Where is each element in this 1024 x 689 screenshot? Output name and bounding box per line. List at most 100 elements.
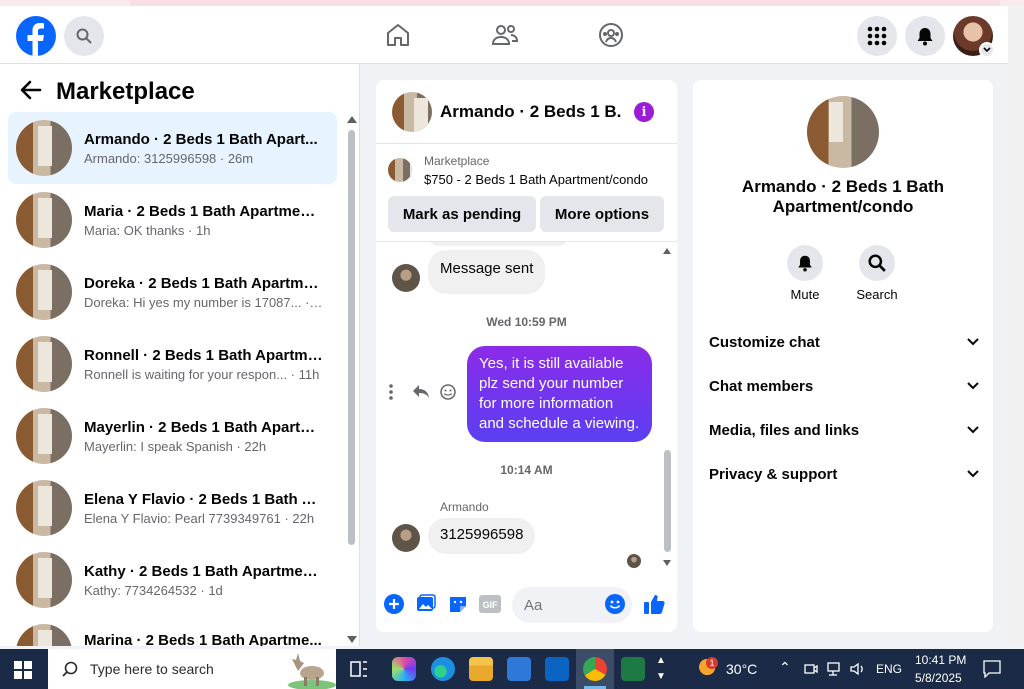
image-icon[interactable] [415, 593, 437, 615]
section-label: Chat members [709, 377, 814, 395]
notification-center-icon[interactable] [983, 660, 1001, 683]
listing-price[interactable]: $750 - 2 Beds 1 Bath Apartment/condo [424, 172, 648, 187]
back-arrow-icon[interactable] [20, 80, 42, 105]
section-label: Customize chat [709, 333, 820, 351]
message-bubble-incoming[interactable]: Message sent [428, 250, 546, 294]
plus-icon[interactable] [383, 593, 405, 615]
mark-as-pending-button[interactable]: Mark as pending [388, 196, 536, 232]
chat-avatar[interactable] [392, 91, 432, 132]
chevron-down-icon[interactable] [979, 42, 995, 58]
listing-thumbnail [16, 192, 72, 248]
conversation-item[interactable]: Armando · 2 Beds 1 Bath Apart... Armando:… [8, 112, 337, 184]
sender-avatar[interactable] [392, 524, 420, 552]
task-view-icon[interactable] [350, 661, 368, 682]
windows-start-icon[interactable] [14, 661, 32, 684]
groups-icon[interactable] [596, 20, 626, 50]
conversation-name: Elena Y Flavio · 2 Beds 1 Bath Ap... [84, 490, 324, 508]
facebook-logo-icon[interactable] [16, 16, 56, 56]
chat-title[interactable]: Armando · 2 Beds 1 B... [440, 102, 622, 122]
chevron-down-icon [967, 338, 979, 346]
volume-icon[interactable] [850, 662, 866, 681]
conversation-name: Maria · 2 Beds 1 Bath Apartment... [84, 202, 324, 220]
outlook-icon[interactable] [545, 657, 569, 681]
privacy-support-section[interactable]: Privacy & support [709, 456, 979, 492]
file-explorer-icon[interactable] [469, 657, 493, 681]
chat-details-panel: Armando · 2 Beds 1 Bath Apartment/condo … [693, 80, 993, 632]
message-bubble-incoming[interactable]: 3125996598 [428, 518, 536, 554]
list-scrollbar-thumb[interactable] [348, 130, 355, 545]
more-dots-icon[interactable] [388, 384, 394, 405]
search-icon [62, 661, 78, 677]
microsoft-store-icon[interactable] [507, 657, 531, 681]
more-options-button[interactable]: More options [540, 196, 664, 232]
mute-button[interactable]: Mute [775, 245, 835, 302]
conversation-item[interactable]: Ronnell · 2 Beds 1 Bath Apartme... Ronnel… [8, 328, 337, 400]
scroll-down-arrow-icon[interactable] [663, 560, 671, 566]
top-navigation-bar [0, 6, 1008, 64]
menu-grid-icon[interactable] [857, 16, 897, 56]
bell-icon [787, 245, 823, 281]
listing-thumbnail [16, 120, 72, 176]
language-indicator[interactable]: ENG [876, 662, 902, 676]
emoji-reaction-icon[interactable] [440, 384, 456, 405]
page-scrollbar[interactable] [1008, 6, 1024, 646]
chevron-up-icon[interactable]: ⌃ [779, 659, 791, 676]
emoji-icon[interactable] [604, 593, 626, 615]
edge-browser-icon[interactable] [431, 657, 455, 681]
listing-thumbnail [16, 552, 72, 608]
copilot-icon[interactable] [392, 657, 416, 681]
seen-avatar [627, 554, 641, 568]
taskbar-search-box[interactable]: Type here to search [48, 649, 336, 689]
listing-thumbnail [16, 336, 72, 392]
conversation-item[interactable]: Maria · 2 Beds 1 Bath Apartment... Maria:… [8, 184, 337, 256]
chevron-down-icon [967, 470, 979, 478]
chat-members-section[interactable]: Chat members [709, 368, 979, 404]
search-button[interactable]: Search [847, 245, 907, 302]
conversation-preview: Mayerlin: I speak Spanish · 22h [84, 438, 267, 454]
donkey-illustration-icon [288, 653, 336, 689]
taskbar-search-placeholder: Type here to search [90, 661, 214, 677]
sticker-icon[interactable] [447, 593, 469, 615]
clock-time[interactable]: 10:41 PM [915, 653, 966, 667]
listing-image[interactable] [807, 96, 879, 168]
message-timestamp: 10:14 AM [500, 463, 553, 477]
listing-thumbnail [16, 480, 72, 536]
network-icon[interactable] [827, 662, 843, 681]
search-icon[interactable] [64, 16, 104, 56]
conversation-name: Ronnell · 2 Beds 1 Bath Apartme... [84, 346, 324, 364]
chat-scrollbar-thumb[interactable] [664, 450, 671, 552]
bell-icon[interactable] [905, 16, 945, 56]
weather-temperature[interactable]: 30°C [726, 661, 757, 677]
sender-avatar[interactable] [392, 264, 420, 292]
like-thumb-icon[interactable] [643, 593, 665, 615]
conversation-item[interactable]: Marina · 2 Beds 1 Bath Apartme... [8, 616, 337, 646]
conversation-name: Kathy · 2 Beds 1 Bath Apartment... [84, 562, 324, 580]
scroll-up-arrow-icon[interactable] [663, 248, 671, 254]
chevron-down-icon [967, 426, 979, 434]
page-title: Marketplace [56, 78, 195, 105]
friends-icon[interactable] [490, 20, 520, 50]
listing-thumbnail[interactable] [388, 158, 412, 182]
conversation-item[interactable]: Doreka · 2 Beds 1 Bath Apartme... Doreka:… [8, 256, 337, 328]
excel-icon[interactable] [621, 657, 645, 681]
conversation-item[interactable]: Mayerlin · 2 Beds 1 Bath Apartme... Mayer… [8, 400, 337, 472]
marketplace-conversation-list: Marketplace Armando · 2 Beds 1 Bath Apar… [0, 64, 360, 646]
conversation-item[interactable]: Kathy · 2 Beds 1 Bath Apartment... Kathy:… [8, 544, 337, 616]
customize-chat-section[interactable]: Customize chat [709, 324, 979, 360]
conversation-preview: Doreka: Hi yes my number is 17087... · 4… [84, 294, 324, 310]
conversation-item[interactable]: Elena Y Flavio · 2 Beds 1 Bath Ap... Elen… [8, 472, 337, 544]
message-bubble-outgoing[interactable]: Yes, it is still available plz send your… [467, 346, 652, 442]
reply-icon[interactable] [412, 384, 430, 405]
taskbar-scroll-icon[interactable]: ▲ ▼ [656, 653, 666, 685]
info-icon[interactable]: i [634, 102, 654, 122]
home-icon[interactable] [383, 20, 413, 50]
media-files-links-section[interactable]: Media, files and links [709, 412, 979, 448]
scroll-up-arrow-icon[interactable] [347, 116, 357, 123]
gif-icon[interactable]: GIF [479, 593, 501, 615]
meet-icon[interactable] [804, 662, 818, 681]
conversation-preview: Armando: 3125996598 · 26m [84, 150, 254, 166]
scroll-down-arrow-icon[interactable] [347, 636, 357, 643]
conversation-preview: Maria: OK thanks · 1h [84, 222, 211, 238]
clock-date[interactable]: 5/8/2025 [915, 671, 962, 685]
chrome-browser-icon[interactable] [583, 657, 607, 681]
